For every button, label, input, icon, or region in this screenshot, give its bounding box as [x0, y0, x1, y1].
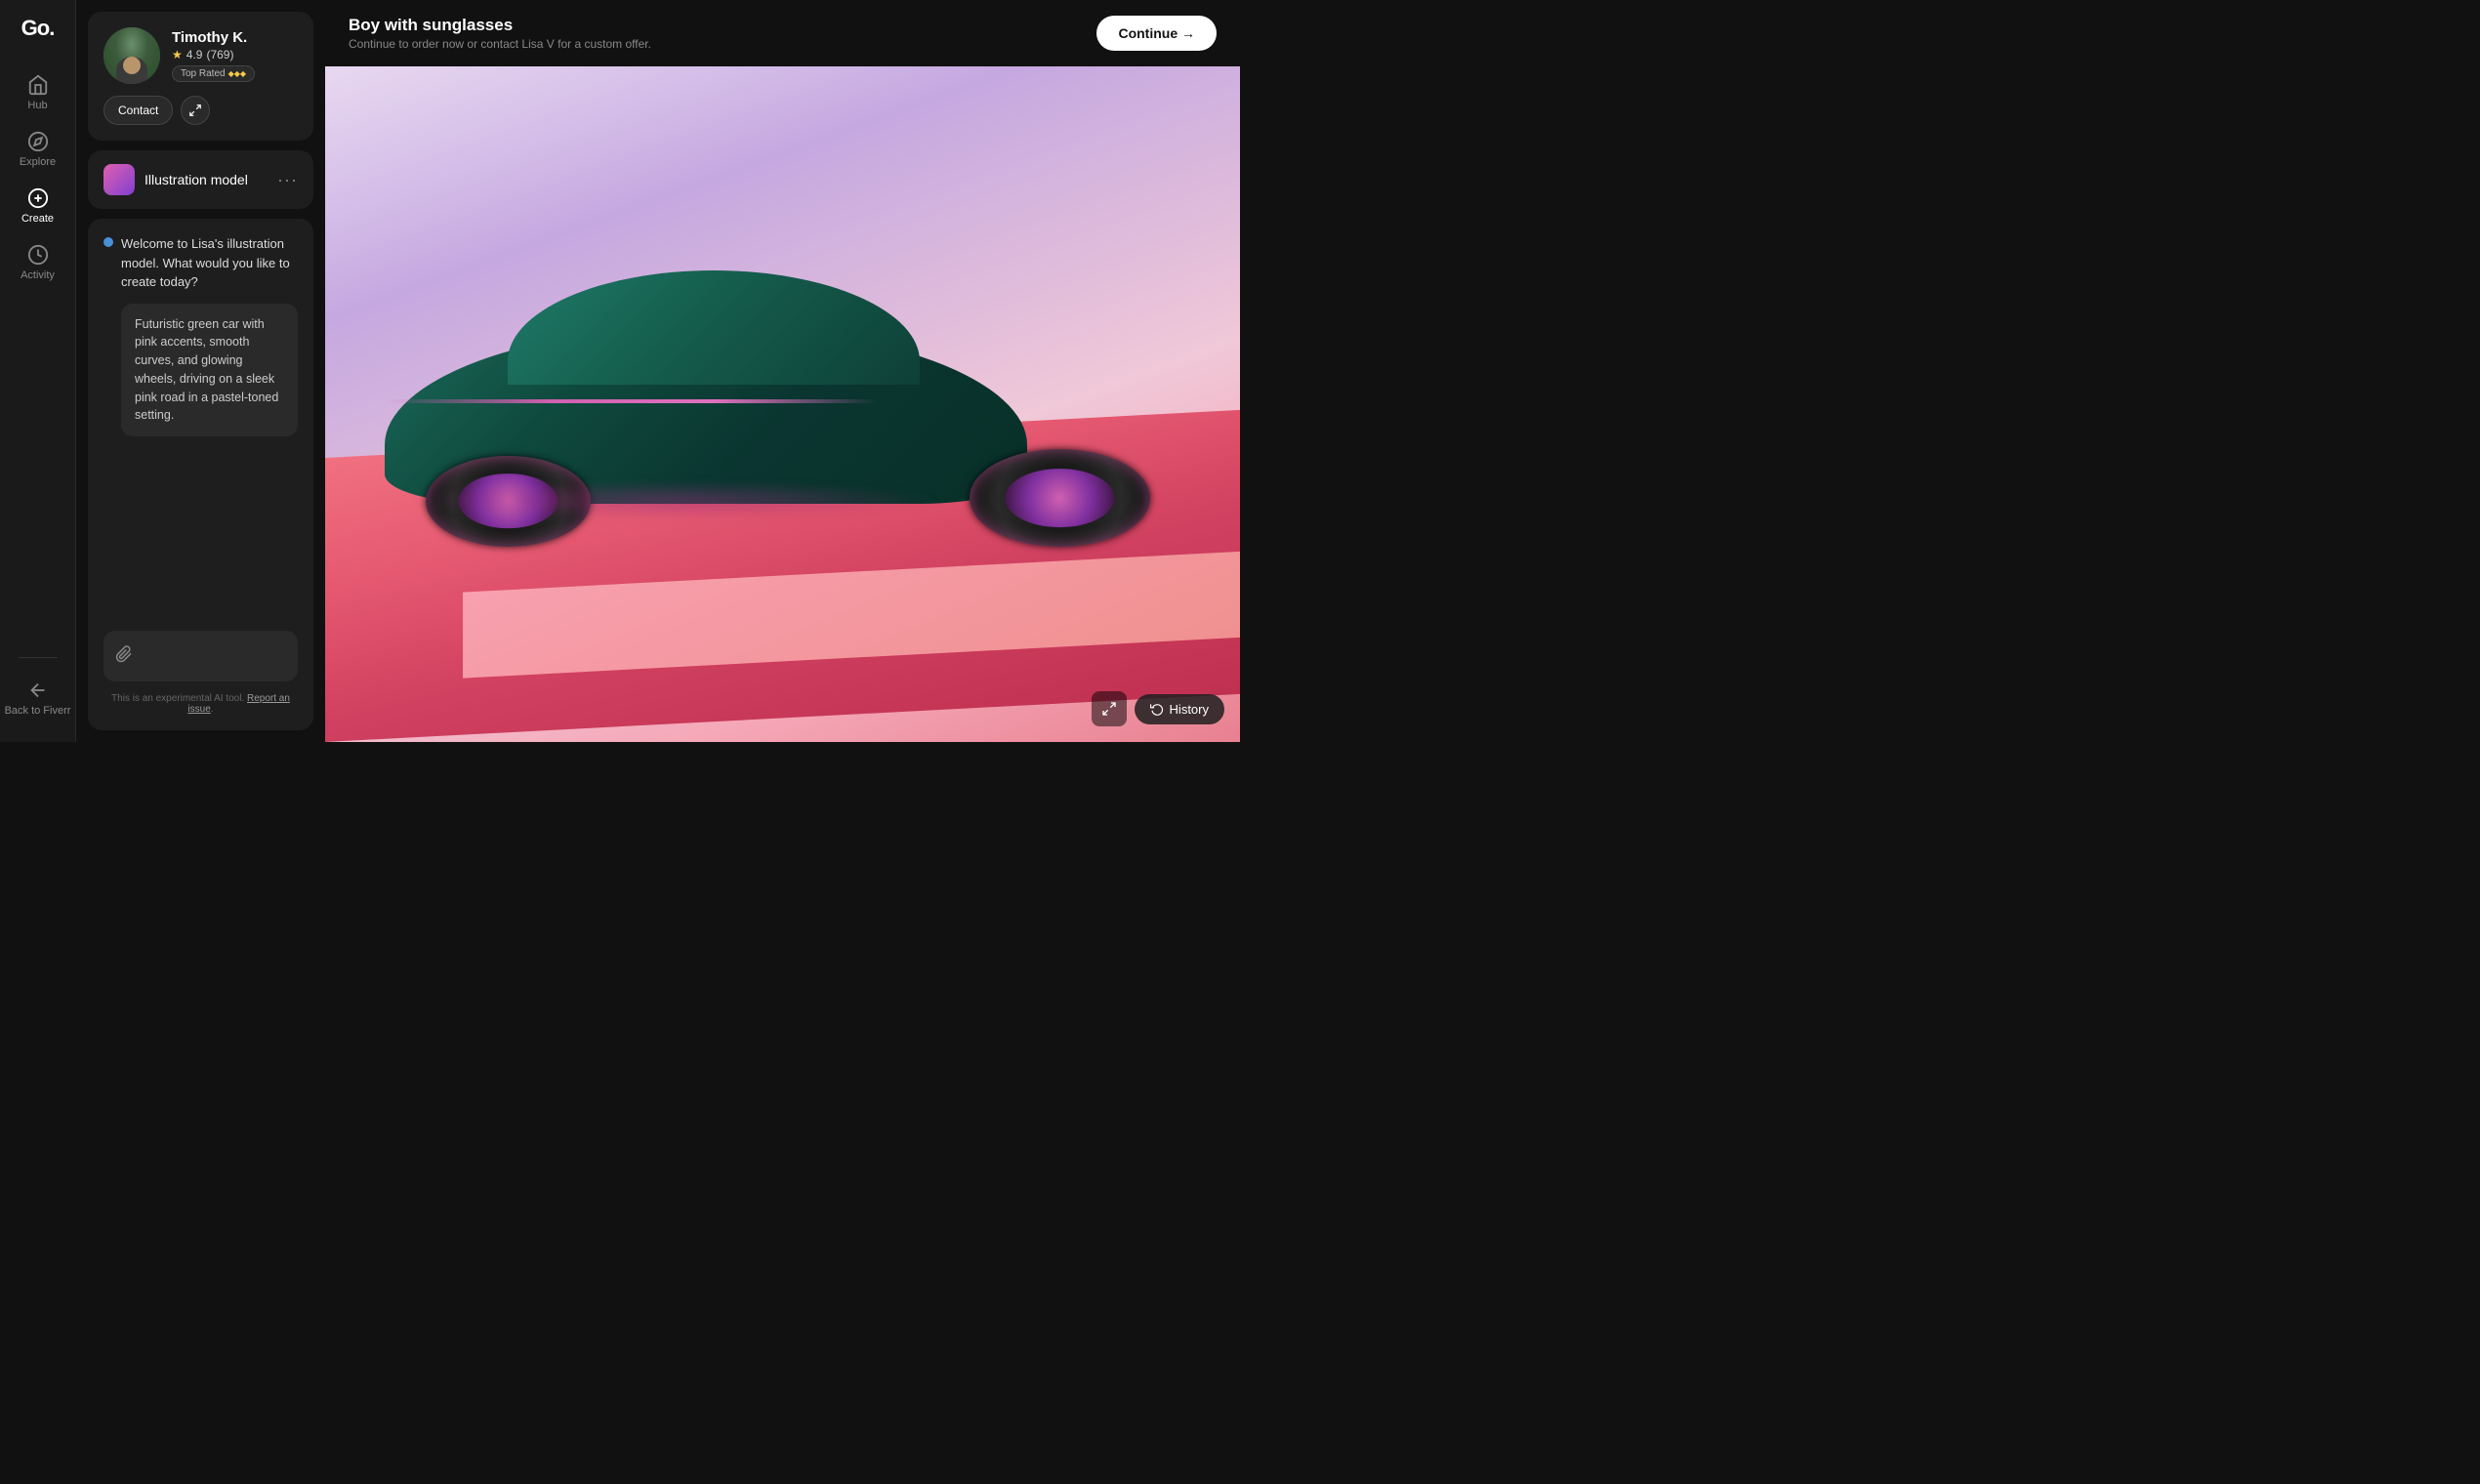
- car-image: [325, 66, 1240, 742]
- star-icon: ★: [172, 48, 183, 62]
- sidebar-bottom: Back to Fiverr: [0, 649, 75, 726]
- disclaimer: This is an experimental AI tool. Report …: [103, 693, 298, 715]
- continue-button[interactable]: Continue →: [1096, 16, 1217, 51]
- model-icon: [103, 164, 135, 195]
- profile-rating: ★ 4.9 (769): [172, 48, 298, 62]
- model-card: Illustration model ···: [88, 150, 313, 209]
- contact-button[interactable]: Contact: [103, 96, 173, 125]
- top-rated-badge: Top Rated ◆◆◆: [172, 65, 255, 82]
- history-icon: [1150, 702, 1164, 716]
- clock-icon: [27, 244, 49, 266]
- sidebar-item-explore[interactable]: Explore: [0, 121, 75, 178]
- profile-info: Timothy K. ★ 4.9 (769) Top Rated ◆◆◆: [172, 29, 298, 82]
- compass-icon: [27, 131, 49, 152]
- right-panel: Boy with sunglasses Continue to order no…: [325, 0, 1240, 742]
- sidebar-create-label: Create: [21, 213, 54, 225]
- badge-text: Top Rated: [181, 68, 226, 79]
- arrow-left-icon: [27, 680, 49, 701]
- header-bar: Boy with sunglasses Continue to order no…: [325, 0, 1240, 66]
- sidebar-explore-label: Explore: [20, 156, 56, 168]
- paperclip-icon: [115, 645, 133, 663]
- user-message-bubble: Futuristic green car with pink accents, …: [121, 304, 298, 437]
- profile-card: Timothy K. ★ 4.9 (769) Top Rated ◆◆◆ Con…: [88, 12, 313, 141]
- sidebar-item-activity[interactable]: Activity: [0, 234, 75, 291]
- main-area: Timothy K. ★ 4.9 (769) Top Rated ◆◆◆ Con…: [76, 0, 1240, 742]
- ai-message-text: Welcome to Lisa's illustration model. Wh…: [121, 234, 298, 292]
- home-icon: [27, 74, 49, 96]
- app-logo: Go.: [21, 16, 55, 41]
- chat-input-area: [103, 631, 298, 681]
- image-controls: History: [1092, 691, 1224, 726]
- sidebar-item-back[interactable]: Back to Fiverr: [0, 670, 75, 726]
- expand-icon: [188, 103, 202, 117]
- sidebar-item-hub[interactable]: Hub: [0, 64, 75, 121]
- rating-count: (769): [206, 48, 233, 62]
- create-icon: [27, 187, 49, 209]
- ai-indicator-dot: [103, 237, 113, 247]
- model-name: Illustration model: [145, 172, 268, 187]
- rating-value: 4.9: [186, 48, 203, 62]
- avatar-image: [103, 27, 160, 84]
- sidebar: Go. Hub Explore Create Activity: [0, 0, 76, 742]
- header-title: Boy with sunglasses: [349, 16, 651, 35]
- history-button[interactable]: History: [1135, 694, 1224, 724]
- sidebar-hub-label: Hub: [27, 100, 47, 111]
- sidebar-item-create[interactable]: Create: [0, 178, 75, 234]
- chat-input[interactable]: [141, 649, 312, 664]
- profile-actions: Contact: [103, 96, 298, 125]
- car-top: [508, 270, 920, 384]
- header-subtitle: Continue to order now or contact Lisa V …: [349, 37, 651, 51]
- fullscreen-icon: [1101, 701, 1117, 717]
- badge-dots: ◆◆◆: [228, 69, 246, 78]
- car-silhouette: [344, 228, 1167, 553]
- model-more-button[interactable]: ···: [277, 170, 298, 190]
- profile-header: Timothy K. ★ 4.9 (769) Top Rated ◆◆◆: [103, 27, 298, 84]
- fullscreen-button[interactable]: [1092, 691, 1127, 726]
- history-label: History: [1170, 702, 1209, 717]
- profile-name: Timothy K.: [172, 29, 298, 46]
- sidebar-divider: [19, 657, 58, 658]
- wheel-right: [970, 449, 1151, 547]
- sidebar-back-label: Back to Fiverr: [5, 705, 71, 717]
- attach-button[interactable]: [115, 645, 133, 668]
- ai-message: Welcome to Lisa's illustration model. Wh…: [103, 234, 298, 292]
- chat-spacer: [103, 448, 298, 619]
- car-reflection: [409, 481, 944, 520]
- car-accent-stripe: [385, 399, 879, 403]
- sidebar-activity-label: Activity: [21, 269, 55, 281]
- chat-card: Welcome to Lisa's illustration model. Wh…: [88, 219, 313, 730]
- avatar: [103, 27, 160, 84]
- left-panel: Timothy K. ★ 4.9 (769) Top Rated ◆◆◆ Con…: [76, 0, 325, 742]
- expand-button[interactable]: [181, 96, 210, 125]
- header-title-block: Boy with sunglasses Continue to order no…: [349, 16, 651, 51]
- image-container: History: [325, 66, 1240, 742]
